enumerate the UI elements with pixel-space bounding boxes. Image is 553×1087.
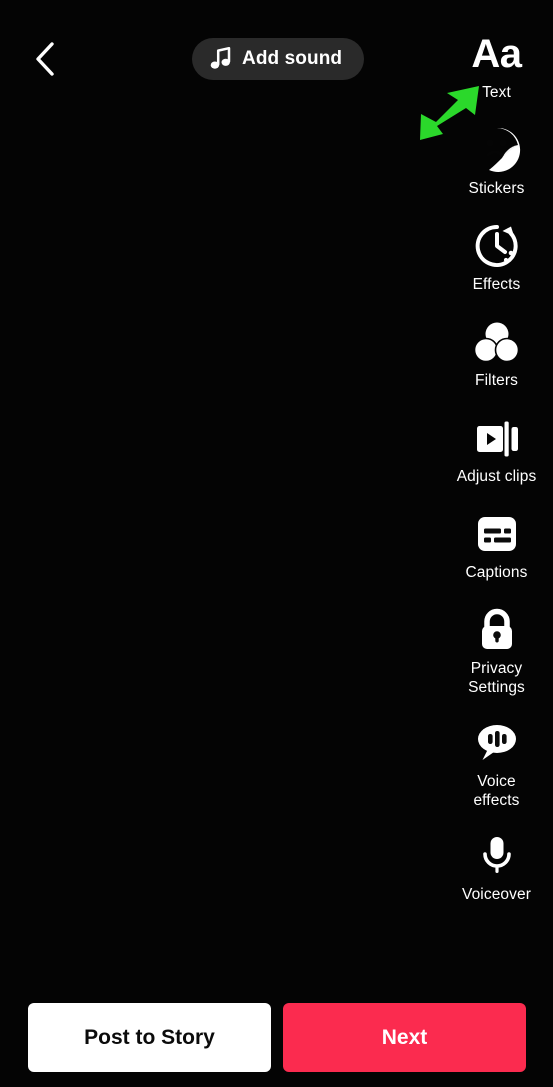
- tool-captions-label: Captions: [465, 564, 528, 581]
- tool-voiceover-label: Voiceover: [462, 886, 531, 903]
- tool-text-label: Text: [482, 84, 511, 101]
- video-editor-screen: Add sound Aa Text Stickers Effects Filte…: [0, 0, 553, 1087]
- sticker-smiley-icon: [472, 124, 522, 176]
- tool-voiceover[interactable]: Voiceover: [440, 830, 553, 904]
- tool-privacy-settings[interactable]: Privacy Settings: [440, 604, 553, 697]
- tool-stickers[interactable]: Stickers: [440, 124, 553, 198]
- tool-filters-label: Filters: [475, 372, 518, 389]
- next-label: Next: [381, 1025, 428, 1049]
- tool-captions[interactable]: Captions: [440, 508, 553, 582]
- add-sound-label: Add sound: [242, 48, 343, 69]
- music-note-icon: [210, 47, 231, 69]
- tool-filters[interactable]: Filters: [440, 316, 553, 390]
- back-button[interactable]: [22, 36, 68, 82]
- microphone-icon: [477, 830, 517, 882]
- post-to-story-button[interactable]: Post to Story: [28, 1003, 271, 1072]
- next-button[interactable]: Next: [283, 1003, 526, 1072]
- tool-voice-effects[interactable]: Voice effects: [440, 717, 553, 810]
- add-sound-button[interactable]: Add sound: [192, 38, 365, 80]
- chevron-left-icon: [36, 42, 54, 76]
- tool-voice-effects-label: Voice effects: [473, 773, 520, 809]
- three-circles-icon: [472, 316, 522, 368]
- clock-rotate-icon: [473, 220, 521, 272]
- tool-text[interactable]: Aa Text: [440, 28, 553, 102]
- text-aa-icon: Aa: [471, 32, 522, 76]
- tool-adjust-clips[interactable]: Adjust clips: [440, 412, 553, 486]
- tool-rail: Aa Text Stickers Effects Filters Adjust …: [440, 28, 553, 918]
- tool-effects-label: Effects: [472, 276, 521, 293]
- clip-play-icon: [473, 412, 521, 464]
- post-to-story-label: Post to Story: [84, 1025, 215, 1049]
- tool-privacy-settings-label: Privacy Settings: [468, 660, 525, 696]
- lock-icon: [476, 604, 518, 656]
- tool-stickers-label: Stickers: [468, 180, 525, 197]
- captions-bars-icon: [475, 508, 519, 560]
- tool-adjust-clips-label: Adjust clips: [456, 468, 537, 485]
- tool-effects[interactable]: Effects: [440, 220, 553, 294]
- speech-bubble-waveform-icon: [473, 717, 521, 769]
